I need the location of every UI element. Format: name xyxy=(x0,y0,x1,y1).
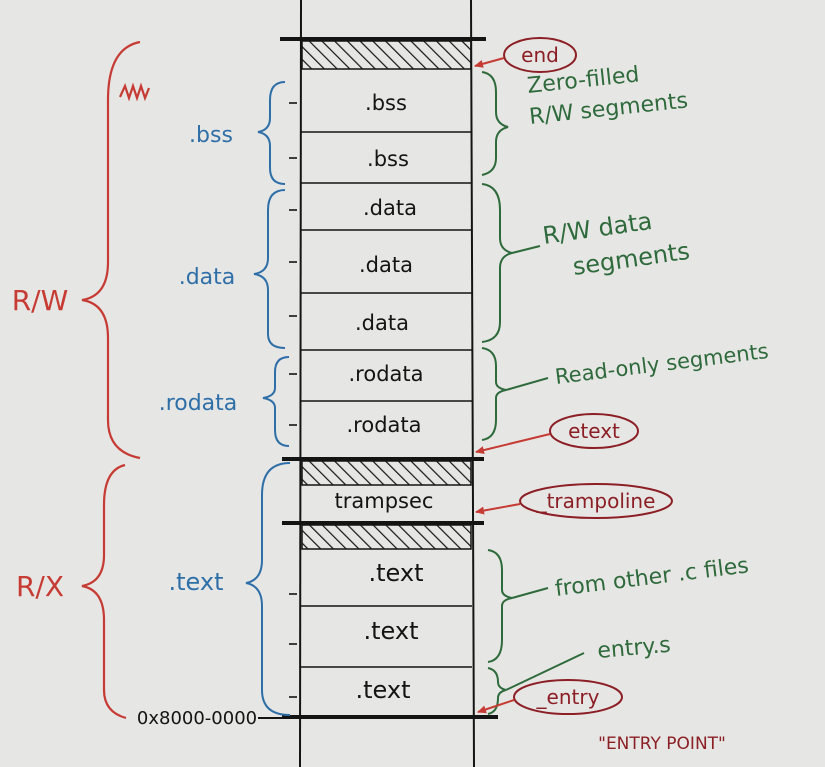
segment-rodata-2: .rodata xyxy=(347,413,422,437)
segment-rodata-1: .rodata xyxy=(349,362,424,386)
symbol-entry: _entry xyxy=(536,685,600,709)
segment-text-2: .text xyxy=(364,617,419,645)
symbol-trampoline: _trampoline xyxy=(536,489,656,513)
segment-bss-2: .bss xyxy=(367,147,409,171)
segment-text-1: .text xyxy=(369,559,424,587)
base-address-label: 0x8000-0000 xyxy=(137,708,257,729)
section-label-data: .data xyxy=(179,265,236,290)
entry-point-label: "ENTRY POINT" xyxy=(598,734,726,754)
section-label-text: .text xyxy=(169,568,224,596)
segment-data-3: .data xyxy=(355,311,409,335)
section-label-bss: .bss xyxy=(189,123,233,148)
guard-region-top xyxy=(301,40,472,70)
segment-trampsec: trampsec xyxy=(335,489,434,513)
section-label-rodata: .rodata xyxy=(159,391,238,416)
segment-text-3: .text xyxy=(356,676,411,704)
segment-bss-1: .bss xyxy=(365,91,407,115)
guard-region-trampoline xyxy=(301,460,472,486)
guard-region-text xyxy=(301,524,472,550)
segment-data-1: .data xyxy=(363,196,417,220)
memory-layout-diagram: .bss .bss .data .data .data .rodata .rod… xyxy=(0,0,825,767)
symbol-etext: etext xyxy=(568,419,620,443)
segment-data-2: .data xyxy=(359,253,413,277)
permission-label-rx: R/X xyxy=(16,570,64,603)
permission-label-rw: R/W xyxy=(12,284,69,317)
symbol-end: end xyxy=(521,43,559,67)
